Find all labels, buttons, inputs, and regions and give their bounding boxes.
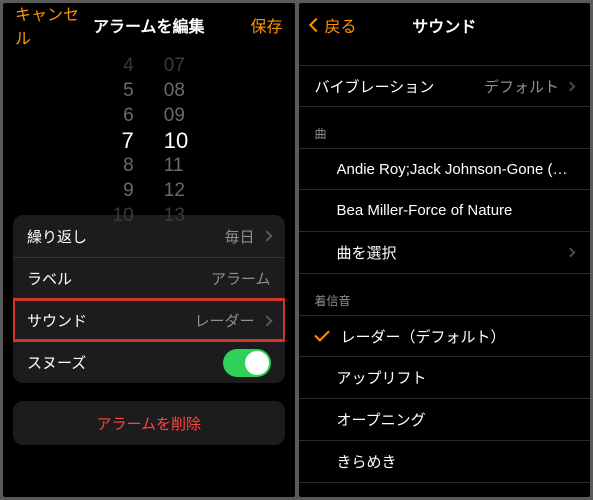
delete-alarm-button[interactable]: アラームを削除 [13,401,285,445]
snooze-row: スヌーズ [13,341,285,383]
pick-song-row[interactable]: 曲を選択 [299,232,591,274]
ringtones-header: 着信音 [299,274,591,315]
time-picker[interactable]: 4 5 6 7 8 9 10 07 08 09 10 11 12 13 [3,47,295,207]
vibration-row[interactable]: バイブレーション デフォルト [299,65,591,107]
ringtone-row[interactable]: きらめき [299,441,591,483]
ringtone-row[interactable]: アップリフト [299,357,591,399]
header: キャンセル アラームを編集 保存 [3,3,295,47]
ringtone-row[interactable]: レーダー（デフォルト） [299,315,591,357]
label-row[interactable]: ラベル アラーム [13,257,285,299]
songs-header: 曲 [299,107,591,148]
sound-select-screen: 戻る サウンド バイブレーション デフォルト 曲 Andie Roy;Jack … [299,3,591,497]
ringtone-row[interactable]: サーキット [299,483,591,497]
chevron-right-icon [566,248,576,258]
hour-wheel[interactable]: 4 5 6 7 8 9 10 [74,53,134,228]
song-row[interactable]: Andie Roy;Jack Johnson-Gone (Goin... [299,148,591,190]
chevron-right-icon [261,230,272,241]
alarm-edit-screen: キャンセル アラームを編集 保存 4 5 6 7 8 9 10 07 08 09… [3,3,295,497]
song-row[interactable]: Bea Miller-Force of Nature [299,190,591,232]
minute-wheel[interactable]: 07 08 09 10 11 12 13 [164,53,224,228]
checkmark-icon [314,326,330,342]
sound-row[interactable]: サウンド レーダー [13,299,285,341]
ringtone-row[interactable]: オープニング [299,399,591,441]
chevron-right-icon [566,81,576,91]
cancel-button[interactable]: キャンセル [15,3,87,49]
snooze-toggle[interactable] [223,349,271,377]
header: 戻る サウンド [299,3,591,47]
page-title: サウンド [412,13,476,37]
page-title: アラームを編集 [93,13,205,37]
back-button[interactable]: 戻る [311,13,357,37]
settings-group: 繰り返し 毎日 ラベル アラーム サウンド レーダー スヌーズ [13,215,285,383]
chevron-right-icon [261,315,272,326]
save-button[interactable]: 保存 [250,13,282,37]
chevron-left-icon [308,18,322,32]
